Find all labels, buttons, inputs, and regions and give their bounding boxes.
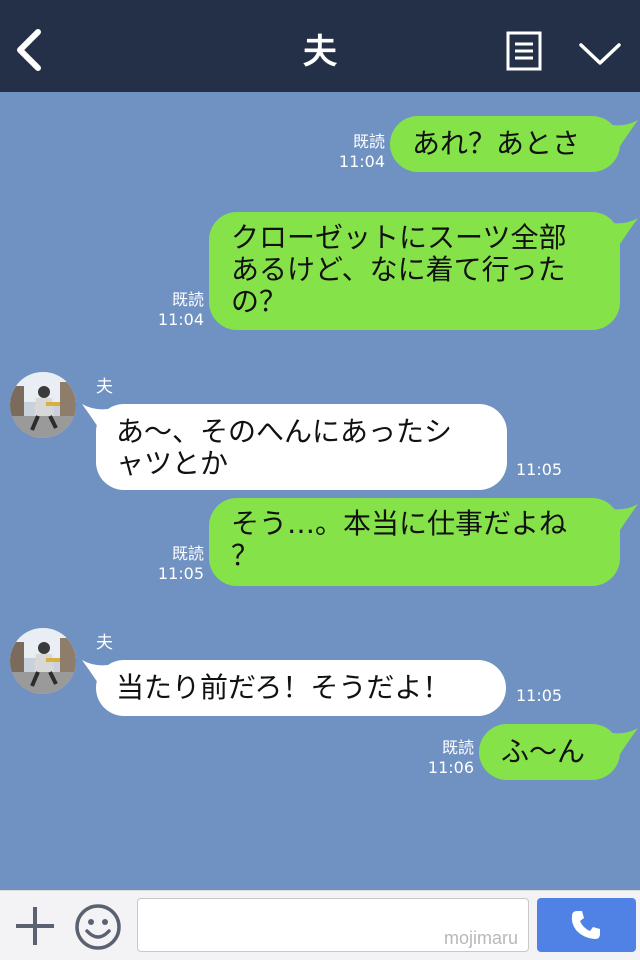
- bubble-tail: [606, 120, 638, 146]
- message-bubble-outgoing[interactable]: そう…。本当に仕事だよね ？: [209, 498, 620, 586]
- notes-icon[interactable]: [506, 31, 542, 71]
- message-meta: 既読 11:04: [150, 290, 204, 330]
- avatar-photo: [10, 628, 76, 694]
- timestamp: 11:05: [516, 460, 563, 479]
- chevron-down-icon[interactable]: [578, 38, 622, 68]
- bubble-tail: [606, 504, 638, 530]
- message-input[interactable]: mojimaru: [137, 898, 529, 952]
- chat-header: 夫: [0, 0, 640, 92]
- read-receipt: 既読: [441, 738, 474, 757]
- input-bar: mojimaru: [0, 890, 640, 960]
- plus-icon[interactable]: [14, 905, 56, 947]
- message-bubble-incoming[interactable]: あ～、そのへんにあったシ ャツとか: [96, 404, 507, 490]
- smiley-icon[interactable]: [74, 903, 122, 951]
- phone-icon: [571, 911, 600, 939]
- message-bubble-outgoing[interactable]: あれ？あとさ: [390, 116, 620, 172]
- avatar[interactable]: [10, 628, 76, 694]
- message-meta: 既読 11:05: [150, 544, 204, 584]
- read-receipt: 既読: [352, 132, 385, 151]
- read-receipt: 既読: [171, 290, 204, 309]
- timestamp: 11:05: [157, 564, 204, 583]
- sender-name: 夫: [96, 377, 113, 397]
- timestamp: 11:05: [516, 686, 563, 705]
- message-meta: 既読 11:04: [335, 132, 385, 172]
- sender-name: 夫: [96, 633, 113, 653]
- chat-title: 夫: [303, 32, 337, 72]
- avatar-photo: [10, 372, 76, 438]
- message-bubble-incoming[interactable]: 当たり前だろ！そうだよ！: [96, 660, 506, 716]
- avatar[interactable]: [10, 372, 76, 438]
- message-bubble-outgoing[interactable]: ふ～ん: [479, 724, 620, 780]
- bubble-tail: [606, 218, 638, 244]
- timestamp: 11:04: [157, 310, 204, 329]
- bubble-tail: [606, 728, 638, 754]
- message-list[interactable]: 既読 11:04 あれ？あとさ 既読 11:04 クローゼットにスーツ全部 ある…: [0, 92, 640, 890]
- timestamp: 11:04: [338, 152, 385, 171]
- timestamp: 11:06: [427, 758, 474, 777]
- read-receipt: 既読: [171, 544, 204, 563]
- watermark: mojimaru: [443, 928, 518, 948]
- message-bubble-outgoing[interactable]: クローゼットにスーツ全部 あるけど、なに着て行った の？: [209, 212, 620, 330]
- call-button[interactable]: [537, 898, 636, 952]
- message-meta: 既読 11:06: [420, 738, 474, 778]
